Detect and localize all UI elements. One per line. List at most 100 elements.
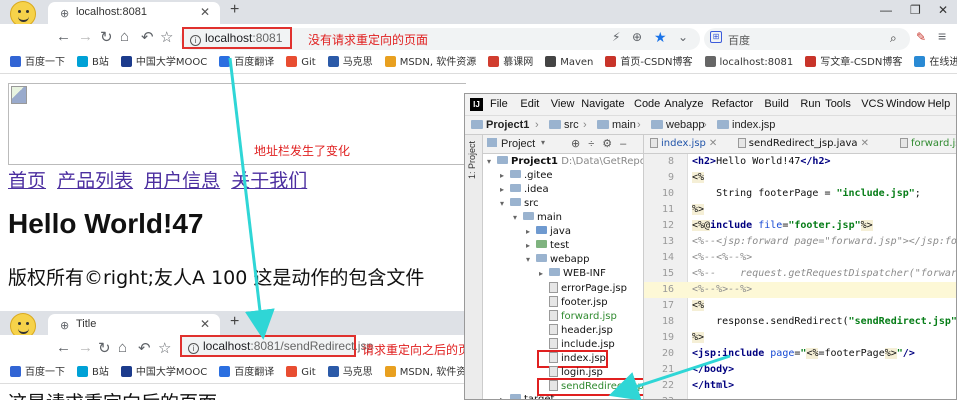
nav-link-about[interactable]: 关于我们 (231, 170, 307, 192)
top-bookmark-12[interactable]: 在线进制转换 (914, 52, 957, 73)
expand-arrow-icon[interactable]: ▸ (539, 269, 549, 278)
star-icon[interactable]: ☆ (160, 28, 173, 46)
ide-menu-build[interactable]: Build (764, 98, 788, 110)
tree-item[interactable]: ▸ test (526, 240, 569, 254)
nav-link-home[interactable]: 首页 (8, 170, 46, 192)
expand-arrow-icon[interactable]: ▸ (500, 395, 510, 399)
top-bookmark-11[interactable]: 写文章-CSDN博客 (805, 52, 902, 73)
tree-item[interactable]: header.jsp (539, 324, 613, 338)
close-tab-icon[interactable]: ✕ (709, 138, 717, 149)
code-editor[interactable]: 8 <h2>Hello World!47</h2> 9 <% 10 String foo… (643, 154, 956, 399)
top-url-field[interactable]: i localhost:8081 (182, 27, 292, 49)
ide-menu-view[interactable]: View (551, 98, 575, 110)
top-browser-tab[interactable]: ⊕ localhost:8081 ✕ (48, 2, 220, 24)
expand-arrow-icon[interactable]: ▸ (526, 227, 536, 236)
lightning-icon[interactable]: ⚡ (612, 30, 620, 44)
tree-item[interactable]: ▸ WEB-INF (539, 268, 606, 282)
zoom-icon[interactable]: ⊕ (632, 30, 642, 44)
top-bookmark-10[interactable]: localhost:8081 (704, 52, 793, 73)
expand-arrow-icon[interactable]: ▾ (513, 213, 523, 222)
ide-menu-vcs[interactable]: VCS (861, 98, 884, 110)
nav-link-products[interactable]: 产品列表 (57, 170, 133, 192)
ide-menu-code[interactable]: Code (634, 98, 660, 110)
expand-arrow-icon[interactable]: ▸ (526, 241, 536, 250)
expand-arrow-icon[interactable]: ▾ (500, 199, 510, 208)
panel-dropdown-icon[interactable]: ▾ (541, 138, 545, 147)
tree-item[interactable]: ▾ webapp (526, 254, 590, 268)
tree-item[interactable]: ▾ src (500, 198, 539, 212)
editor-tab-1[interactable]: sendRedirect_jsp.java ✕ (737, 138, 869, 149)
star-icon-bottom[interactable]: ☆ (158, 339, 171, 357)
top-bookmark-2[interactable]: 中国大学MOOC (120, 52, 207, 73)
ide-menu-window[interactable]: Window (886, 98, 925, 110)
tree-item[interactable]: footer.jsp (539, 296, 608, 310)
bottom-browser-tab[interactable]: ⊕ Title ✕ (48, 314, 220, 336)
reload-icon[interactable]: ↻ (100, 28, 113, 46)
tree-item[interactable]: ▸ java (526, 226, 571, 240)
top-bookmark-5[interactable]: 马克思 (327, 52, 373, 73)
close-window-icon[interactable]: ✕ (938, 3, 948, 17)
top-bookmark-4[interactable]: Git (286, 52, 316, 73)
nav-link-user-info[interactable]: 用户信息 (144, 170, 220, 192)
top-bookmark-6[interactable]: MSDN, 软件资源 (384, 52, 476, 73)
ide-menu-navigate[interactable]: Navigate (581, 98, 624, 110)
search-box[interactable]: ⊞ 百度 ⌕ (704, 28, 910, 50)
tree-item[interactable]: sendRedirect.jsp (537, 378, 643, 396)
expand-arrow-icon[interactable]: ▸ (500, 185, 510, 194)
breadcrumb-0[interactable]: Project1 (471, 119, 529, 131)
tree-item[interactable]: index.jsp (537, 350, 608, 368)
forward-icon-bottom[interactable]: → (78, 339, 93, 356)
top-bookmark-8[interactable]: Maven (545, 52, 593, 73)
minimize-icon[interactable]: — (880, 3, 892, 17)
restore-icon[interactable]: ❐ (910, 3, 921, 17)
tree-item[interactable]: ▾ main (513, 212, 562, 226)
top-bookmark-9[interactable]: 首页-CSDN博客 (605, 52, 693, 73)
bottom-bookmark-2[interactable]: 中国大学MOOC (120, 362, 207, 383)
ide-menu-help[interactable]: Help (928, 98, 951, 110)
bottom-bookmark-3[interactable]: 百度翻译 (219, 362, 274, 383)
breadcrumb-3[interactable]: webapp (651, 119, 705, 131)
extension-icon[interactable]: ✎ (916, 30, 926, 44)
top-omnibox[interactable]: i localhost:8081 没有请求重定向的页面 ⚡ ⊕ ★ ⌄ (180, 27, 700, 50)
back-icon-bottom[interactable]: ← (56, 339, 71, 356)
editor-tab-0[interactable]: index.jsp ✕ (650, 138, 717, 149)
breadcrumb-2[interactable]: main (597, 119, 636, 131)
tree-item[interactable]: forward.jsp (539, 310, 617, 324)
side-project-label[interactable]: 1: Project (467, 141, 477, 179)
top-bookmark-1[interactable]: B站 (77, 52, 109, 73)
tree-item[interactable]: ▸ .idea (500, 184, 549, 198)
bottom-bookmark-1[interactable]: B站 (77, 362, 109, 383)
top-bookmark-0[interactable]: 百度一下 (10, 52, 65, 73)
ide-menu-refactor[interactable]: Refactor (712, 98, 754, 110)
search-icon[interactable]: ⌕ (890, 31, 897, 46)
tree-item[interactable]: ▸ .gitee (500, 170, 553, 184)
expand-arrow-icon[interactable]: ▾ (526, 255, 536, 264)
tree-item[interactable]: ▸ target (500, 394, 554, 399)
breadcrumb-1[interactable]: src (549, 119, 579, 131)
close-tab-icon[interactable]: ✕ (200, 5, 210, 19)
editor-tab-2[interactable]: forward.jsp✕ (900, 138, 956, 149)
close-tab-icon-bottom[interactable]: ✕ (200, 317, 210, 331)
breadcrumb-4[interactable]: index.jsp (717, 119, 775, 131)
new-tab-icon[interactable]: + (230, 1, 239, 19)
ide-menu-file[interactable]: File (490, 98, 508, 110)
home-icon[interactable]: ⌂ (120, 28, 129, 45)
project-panel-label[interactable]: Project (501, 138, 535, 150)
bottom-bookmark-6[interactable]: MSDN, 软件资源 (384, 362, 464, 383)
new-tab-icon-bottom[interactable]: + (230, 313, 239, 331)
panel-tools-icons[interactable]: ⊕÷⚙– (571, 137, 634, 150)
home-icon-bottom[interactable]: ⌂ (118, 339, 127, 356)
bookmark-star-icon[interactable]: ★ (654, 29, 667, 46)
reload-icon-bottom[interactable]: ↻ (98, 339, 111, 357)
bottom-bookmark-0[interactable]: 百度一下 (10, 362, 65, 383)
top-bookmark-3[interactable]: 百度翻译 (219, 52, 274, 73)
undo-icon[interactable]: ↶ (141, 28, 154, 46)
bottom-bookmark-4[interactable]: Git (286, 362, 316, 383)
bottom-bookmark-5[interactable]: 马克思 (327, 362, 373, 383)
forward-icon[interactable]: → (78, 28, 93, 45)
ide-menu-tools[interactable]: Tools (825, 98, 851, 110)
tree-item[interactable]: include.jsp (539, 338, 615, 352)
dropdown-chevron-icon[interactable]: ⌄ (678, 30, 688, 44)
top-bookmark-7[interactable]: 慕课网 (488, 52, 533, 73)
ide-menu-run[interactable]: Run (800, 98, 820, 110)
